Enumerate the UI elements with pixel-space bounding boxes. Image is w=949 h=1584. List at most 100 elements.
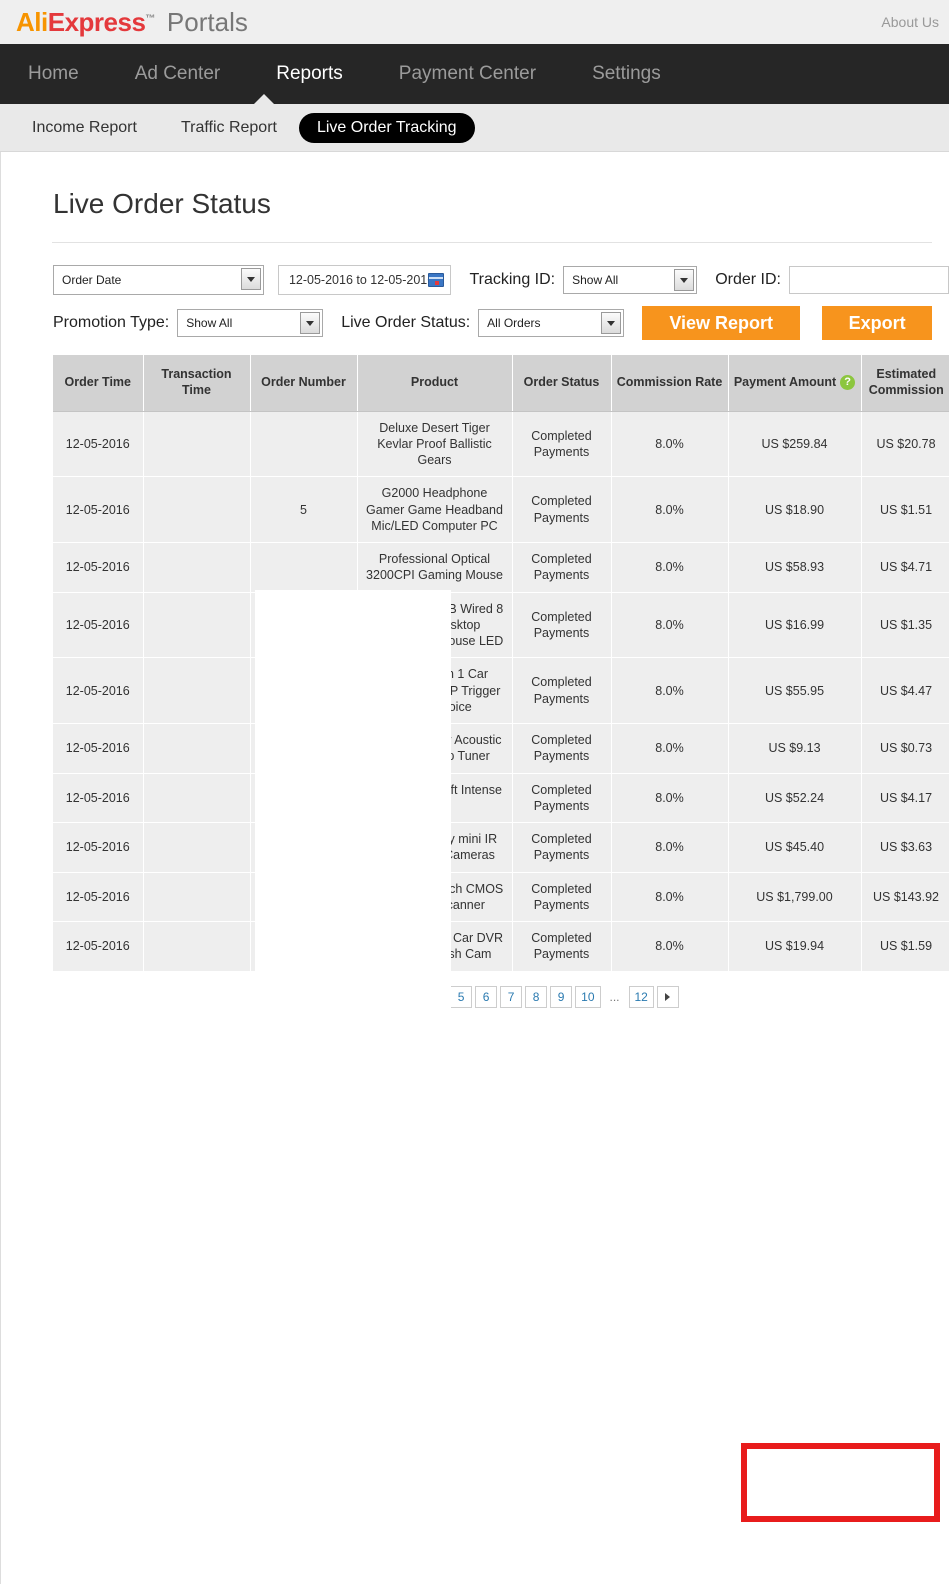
column-header-order-time[interactable]: Order Time	[53, 355, 144, 412]
chevron-down-icon[interactable]	[601, 312, 622, 334]
cell-product[interactable]: "LCD Ultra-thin Car DVR Recorder Dash Ca…	[357, 921, 513, 972]
column-header-transaction-time[interactable]: Transaction Time	[143, 355, 251, 412]
pagination-prev-button[interactable]	[325, 985, 348, 1008]
cell-product[interactable]: 1080P IP Sony mini IR Night Vision Camer…	[357, 822, 513, 873]
pagination-ellipsis: ...	[609, 989, 620, 1004]
table-row: 12-05-2016 5 1080P IP Sony mini IR Night V…	[53, 822, 949, 873]
table-row: 12-05-2016 Zelotes M8 USB Wired 8 Buttons…	[53, 592, 949, 659]
cell-order-time: 12-05-2016	[53, 872, 144, 922]
cell-order-time: 12-05-2016	[53, 542, 144, 593]
sub-navigation: Income Report Traffic Report Live Order …	[0, 104, 949, 152]
pagination-page-10[interactable]: 10	[575, 985, 601, 1008]
column-header-commission-rate[interactable]: Commission Rate	[611, 355, 729, 412]
page-body: Live Order Status Order Date 12-05-2016 …	[0, 152, 949, 1584]
table-header-row: Order Time Transaction Time Order Number…	[53, 355, 949, 412]
pagination-page-8[interactable]: 8	[525, 985, 548, 1008]
pagination-page-5[interactable]: 5	[450, 985, 473, 1008]
cell-order-status: Completed Payments	[512, 411, 612, 478]
cell-product[interactable]: Deluxe Desert Tiger Kevlar Proof Ballist…	[357, 411, 513, 478]
cell-estimated-commission: US $4.47	[861, 657, 949, 724]
logo-ali-text: Ali	[16, 6, 48, 37]
live-order-status-select[interactable]: All Orders	[478, 309, 625, 337]
promotion-type-select[interactable]: Show All	[177, 309, 324, 337]
table-row: 12-05-2016 Deluxe Desert Tiger Kevlar Pro…	[53, 411, 949, 478]
cell-transaction-time	[143, 411, 251, 478]
cell-transaction-time	[143, 822, 251, 873]
cell-product[interactable]: G2000 Headphone Gamer Game Headband Mic/…	[357, 476, 513, 543]
subnav-item-live-order-tracking[interactable]: Live Order Tracking	[298, 112, 475, 143]
cell-estimated-commission: US $143.92	[861, 872, 949, 922]
aliexpress-logo[interactable]: AliExpress™	[16, 7, 155, 38]
chevron-down-icon[interactable]	[300, 312, 321, 334]
cell-product[interactable]: Zelotes M8 USB Wired 8 Buttons Desktop P…	[357, 592, 513, 659]
subnav-item-traffic-report[interactable]: Traffic Report	[159, 113, 299, 143]
export-button[interactable]: Export	[822, 306, 933, 340]
pagination-page-12[interactable]: 12	[628, 985, 654, 1008]
cell-order-number: 5	[250, 476, 358, 543]
live-order-status-label: Live Order Status:	[341, 314, 471, 331]
column-header-payment-amount[interactable]: Payment Amount?	[728, 355, 862, 412]
date-type-select-value: Order Date	[62, 273, 122, 287]
cell-payment-amount: US $58.93	[728, 542, 862, 593]
pagination-page-2[interactable]: 2	[375, 985, 398, 1008]
cell-transaction-time	[143, 921, 251, 972]
cell-commission-rate: 8.0%	[611, 542, 729, 593]
cell-commission-rate: 8.0%	[611, 657, 729, 724]
cell-product[interactable]: (Manual) 3 in 1 Car Projector 1020P Trig…	[357, 657, 513, 724]
date-range-input[interactable]: 12-05-2016 to 12-05-2016	[277, 265, 452, 295]
cell-product[interactable]: Professional Optical 3200CPI Gaming Mous…	[357, 542, 513, 593]
column-header-estimated-commission[interactable]: Estimated Commission	[861, 355, 949, 412]
cell-order-status: Completed Payments	[512, 872, 612, 922]
nav-item-ad-center[interactable]: Ad Center	[107, 44, 249, 104]
table-row: 12-05-2016 5 "LCD Ultra-thin Car DVR Recor…	[53, 921, 949, 972]
subnav-item-income-report[interactable]: Income Report	[10, 113, 159, 143]
cell-order-number	[250, 542, 358, 593]
cell-order-time: 12-05-2016	[53, 723, 144, 774]
pagination-page-4[interactable]: 4	[425, 985, 448, 1008]
cell-transaction-time	[143, 657, 251, 724]
cell-estimated-commission: US $4.71	[861, 542, 949, 593]
cell-payment-amount: US $9.13	[728, 723, 862, 774]
order-id-input[interactable]	[788, 266, 949, 294]
cell-payment-amount: US $16.99	[728, 592, 862, 659]
pagination-page-3[interactable]: 3	[400, 985, 423, 1008]
highlight-annotation-box	[741, 1443, 940, 1522]
pagination-page-6[interactable]: 6	[475, 985, 498, 1008]
about-us-link[interactable]: About Us	[881, 14, 939, 30]
title-divider	[52, 242, 932, 243]
pagination: 1 2 3 4 5 6 7 8 9 10... 12	[53, 985, 949, 1008]
pagination-pages: 1 2 3 4 5 6 7 8 9 10... 12	[350, 985, 654, 1008]
table-row: 12-05-2016 Golden Vega Aft Intense 2 Compl…	[53, 773, 949, 823]
logo-express-text: Express	[47, 6, 146, 37]
chevron-right-icon	[665, 992, 671, 1001]
cell-product[interactable]: EC-5 Equalizer Acoustic Guitar Pickup Tu…	[357, 723, 513, 774]
pagination-next-button[interactable]	[656, 985, 679, 1008]
chevron-down-icon[interactable]	[240, 268, 261, 290]
help-icon[interactable]: ?	[840, 375, 856, 391]
nav-item-home[interactable]: Home	[0, 44, 107, 104]
brand-bar: AliExpress™ Portals About Us	[0, 0, 949, 44]
tracking-id-select[interactable]: Show All	[563, 266, 698, 294]
nav-item-settings[interactable]: Settings	[564, 44, 689, 104]
cell-product[interactable]: Full new Pro Inch CMOS Backlight Scanner	[357, 872, 513, 922]
cell-payment-amount: US $259.84	[728, 411, 862, 478]
cell-order-time: 12-05-2016	[53, 822, 144, 873]
column-header-order-number[interactable]: Order Number	[250, 355, 358, 412]
cell-commission-rate: 8.0%	[611, 773, 729, 823]
calendar-icon[interactable]	[428, 273, 445, 287]
cell-product[interactable]: Golden Vega Aft Intense 2	[357, 773, 513, 823]
date-type-select[interactable]: Order Date	[53, 265, 264, 295]
column-header-order-status[interactable]: Order Status	[512, 355, 612, 412]
cell-commission-rate: 8.0%	[611, 723, 729, 774]
cell-transaction-time	[143, 872, 251, 922]
cell-order-status: Completed Payments	[512, 542, 612, 593]
pagination-page-7[interactable]: 7	[500, 985, 523, 1008]
nav-item-payment-center[interactable]: Payment Center	[371, 44, 564, 104]
column-header-product[interactable]: Product	[357, 355, 513, 412]
pagination-page-9[interactable]: 9	[550, 985, 573, 1008]
chevron-down-icon[interactable]	[674, 269, 695, 291]
column-header-payment-amount-label: Payment Amount	[733, 374, 837, 389]
portals-wordmark: Portals	[166, 6, 248, 37]
view-report-button[interactable]: View Report	[642, 306, 801, 340]
main-navigation: Home Ad Center Reports Payment Center Se…	[0, 44, 949, 105]
